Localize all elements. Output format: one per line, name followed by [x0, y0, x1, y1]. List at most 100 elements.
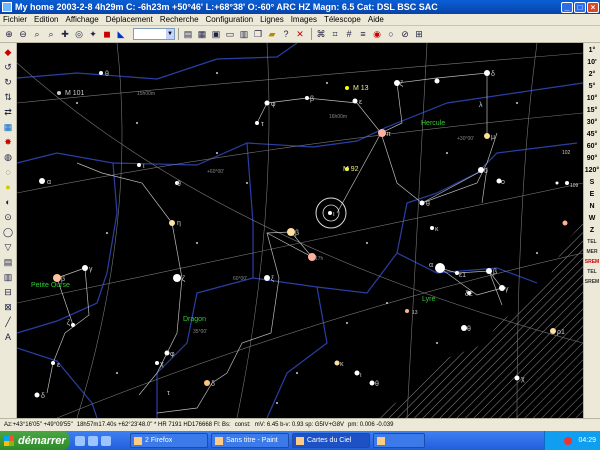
layer-icon[interactable]: ▤	[2, 256, 14, 268]
star-beta-her[interactable]	[305, 96, 309, 100]
menu-recherche[interactable]: Recherche	[160, 15, 199, 24]
save-icon[interactable]: ▣	[210, 28, 222, 40]
menu-fichier[interactable]: Fichier	[3, 15, 27, 24]
tel-button[interactable]: TEL	[587, 237, 596, 247]
light-icon[interactable]: ●	[2, 181, 14, 193]
star-iota-dra[interactable]	[137, 163, 141, 167]
star-kappa-lyr[interactable]	[430, 226, 434, 230]
rotate-left-icon[interactable]: ↺	[2, 61, 14, 73]
filter-icon[interactable]: ▽	[2, 241, 14, 253]
star-vega[interactable]	[435, 263, 445, 273]
constellation-icon[interactable]: ⌘	[315, 28, 327, 40]
chart-icon[interactable]: ▥	[2, 271, 14, 283]
task-cartes-du-ciel[interactable]: Cartes du Ciel	[292, 433, 370, 448]
star-rho1[interactable]	[550, 328, 556, 334]
find-icon[interactable]: ⌕	[45, 28, 57, 40]
sky-map[interactable]: M 101 M 13 M 92 Hercule Dragon Petite Ou…	[17, 43, 583, 418]
star-iota-her[interactable]	[328, 211, 332, 215]
fov-2deg[interactable]: 2°	[589, 69, 596, 81]
star-mu-her[interactable]	[484, 133, 490, 139]
circle-icon[interactable]: ◉	[371, 28, 383, 40]
fov-15deg[interactable]: 15°	[587, 105, 598, 117]
menu-configuration[interactable]: Configuration	[206, 15, 254, 24]
star-icon[interactable]: ✦	[87, 28, 99, 40]
fov-60deg[interactable]: 60°	[587, 141, 598, 153]
star-theta-boo[interactable]	[99, 71, 103, 75]
star-phi-her[interactable]	[264, 100, 270, 106]
star-delta-her-n[interactable]	[484, 70, 490, 76]
menu-affichage[interactable]: Affichage	[65, 15, 98, 24]
tel-button-2[interactable]: TEL	[587, 267, 596, 277]
star-iota-cyg[interactable]	[354, 370, 360, 376]
mark-icon[interactable]: ⊠	[2, 301, 14, 313]
star-eta-dra[interactable]	[169, 220, 175, 226]
print-icon[interactable]: ▤	[182, 28, 194, 40]
close-button[interactable]: ×	[587, 1, 599, 13]
flip-icon[interactable]: ⇅	[2, 91, 14, 103]
star-epsilon-umi[interactable]	[51, 361, 55, 365]
folder-icon[interactable]: ▰	[266, 28, 278, 40]
fov-45deg[interactable]: 45°	[587, 129, 598, 141]
eye-icon[interactable]: ◐	[2, 196, 14, 208]
task-paint[interactable]: Sans titre - Paint	[211, 433, 289, 448]
dss-icon[interactable]: ▦	[2, 121, 14, 133]
star-gamma-umi[interactable]	[82, 265, 88, 271]
help-icon[interactable]: ?	[280, 28, 292, 40]
menu-lignes[interactable]: Lignes	[260, 15, 284, 24]
menu-edition[interactable]: Edition	[34, 15, 58, 24]
nebula-icon[interactable]: ◌	[2, 166, 14, 178]
star-delta-umi[interactable]	[34, 392, 40, 398]
grid-eq-icon[interactable]: #	[343, 28, 355, 40]
task-firefox[interactable]: 2 Firefox	[130, 433, 208, 448]
star-epsilon-her[interactable]	[352, 98, 358, 104]
minimize-button[interactable]: _	[561, 1, 573, 13]
fov-10min[interactable]: 10'	[587, 57, 596, 69]
dir-zenith[interactable]: Z	[590, 225, 594, 237]
galaxy-icon[interactable]: ◍	[2, 151, 14, 163]
ring-icon[interactable]: ◯	[2, 226, 14, 238]
star-chi-cyg[interactable]	[514, 375, 520, 381]
m101-marker[interactable]	[57, 91, 61, 95]
dir-east[interactable]: E	[590, 189, 595, 201]
m13-marker[interactable]	[345, 86, 349, 90]
star-102[interactable]	[565, 181, 569, 185]
fov-120deg[interactable]: 120°	[585, 165, 599, 177]
star-beta-dra[interactable]	[287, 228, 295, 236]
star-alpha-dra[interactable]	[39, 178, 45, 184]
open-icon[interactable]: ▭	[224, 28, 236, 40]
menu-deplacement[interactable]: Déplacement	[106, 15, 153, 24]
title-bar[interactable]: My home 2003-2-8 4h29m C: -6h23m +50°46'…	[0, 0, 600, 14]
srem-button-2[interactable]: SREM	[585, 277, 599, 287]
star-beta-umi[interactable]	[53, 274, 61, 282]
line-icon[interactable]: ╱	[2, 316, 14, 328]
star-eta-her[interactable]	[434, 78, 440, 84]
cancel-icon[interactable]: ✕	[294, 28, 306, 40]
star-theta-her[interactable]	[419, 200, 425, 206]
star-beta-lyr[interactable]	[486, 268, 492, 274]
dir-south[interactable]: S	[590, 177, 595, 189]
boundary-icon[interactable]: ⌗	[329, 28, 341, 40]
grid-icon[interactable]: ▥	[238, 28, 250, 40]
target-icon[interactable]: ◎	[73, 28, 85, 40]
menu-telescope[interactable]: Télescope	[324, 15, 361, 24]
star-xi-dra[interactable]	[264, 275, 270, 281]
label-icon[interactable]: ⊞	[413, 28, 425, 40]
dir-west[interactable]: W	[589, 213, 596, 225]
fov-10deg[interactable]: 10°	[587, 93, 598, 105]
star-zeta-umi[interactable]	[71, 323, 75, 327]
star-phi-dra[interactable]	[164, 350, 170, 356]
fov-5deg[interactable]: 5°	[589, 81, 596, 93]
calendar-icon[interactable]: ▦	[196, 28, 208, 40]
chevron-down-icon[interactable]: ▼	[166, 29, 174, 39]
search-icon[interactable]: ⌕	[31, 28, 43, 40]
srem-button[interactable]: SREM	[585, 257, 599, 267]
compass-icon[interactable]: ◆	[2, 46, 14, 58]
star-kappa-cyg[interactable]	[334, 360, 340, 366]
planet-icon[interactable]: ○	[385, 28, 397, 40]
refresh-icon[interactable]: ⊘	[399, 28, 411, 40]
maximize-button[interactable]: □	[574, 1, 586, 13]
star-tau-her[interactable]	[255, 121, 259, 125]
star-delta-dra[interactable]	[204, 380, 210, 386]
text-icon[interactable]: A	[2, 331, 14, 343]
star-chi-dra[interactable]	[155, 361, 159, 365]
